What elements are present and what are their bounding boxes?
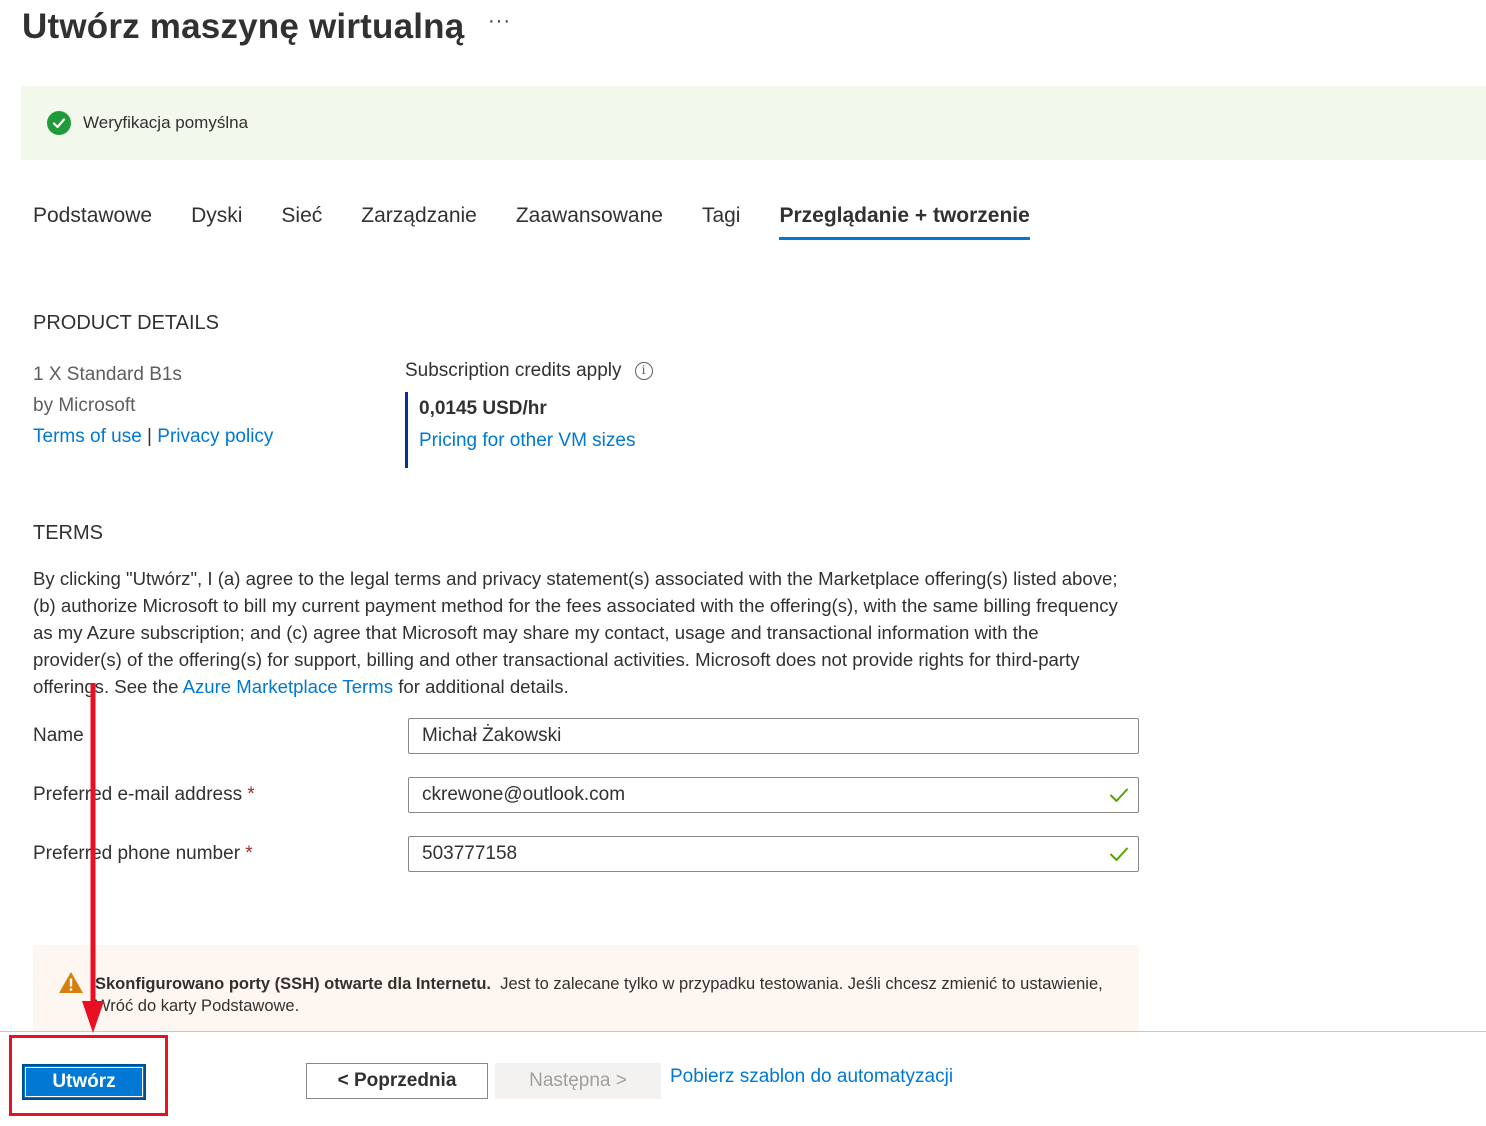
price-value: 0,0145 USD/hr [419, 398, 547, 419]
product-info: 1 X Standard B1s by Microsoft Terms of u… [33, 359, 273, 452]
page-title: Utwórz maszynę wirtualną [22, 7, 465, 46]
pricing-info: Subscription credits apply i 0,0145 USD/… [405, 360, 653, 468]
credits-label: Subscription credits apply [405, 360, 622, 381]
warning-icon [58, 971, 84, 999]
tab-review-create[interactable]: Przeglądanie + tworzenie [779, 204, 1031, 240]
name-field[interactable]: Michał Żakowski [408, 718, 1139, 754]
ssh-warning-banner: Skonfigurowano porty (SSH) otwarte dla I… [33, 945, 1139, 1031]
phone-label: Preferred phone number * [33, 843, 253, 864]
success-check-icon [47, 111, 71, 135]
wizard-tabs: Podstawowe Dyski Sieć Zarządzanie Zaawan… [33, 204, 1069, 240]
tab-tags[interactable]: Tagi [702, 204, 741, 238]
privacy-policy-link[interactable]: Privacy policy [157, 426, 273, 447]
validation-banner: Weryfikacja pomyślna [21, 86, 1486, 160]
terms-suffix: for additional details. [393, 676, 569, 697]
terms-of-use-link[interactable]: Terms of use [33, 426, 142, 447]
footer-divider [0, 1031, 1486, 1032]
page-title-row: Utwórz maszynę wirtualną [22, 2, 464, 52]
download-template-link[interactable]: Pobierz szablon do automatyzacji [670, 1066, 953, 1088]
valid-check-icon [1108, 784, 1130, 812]
email-field[interactable]: ckrewone@outlook.com [408, 777, 1139, 813]
product-details-heading: PRODUCT DETAILS [33, 312, 219, 334]
create-button[interactable]: Utwórz [22, 1064, 146, 1100]
tab-basics[interactable]: Podstawowe [33, 204, 152, 238]
link-separator: | [147, 426, 152, 447]
phone-value: 503777158 [422, 843, 518, 864]
pricing-other-sizes-link[interactable]: Pricing for other VM sizes [419, 430, 635, 452]
required-mark: * [245, 843, 253, 864]
email-label: Preferred e-mail address * [33, 784, 255, 805]
warning-text: Skonfigurowano porty (SSH) otwarte dla I… [95, 973, 1125, 1017]
info-icon[interactable]: i [634, 362, 653, 380]
valid-check-icon [1108, 843, 1130, 871]
more-options-icon[interactable]: ··· [488, 10, 511, 33]
terms-heading: TERMS [33, 522, 103, 544]
product-publisher: by Microsoft [33, 395, 136, 416]
required-mark: * [247, 784, 255, 805]
email-value: ckrewone@outlook.com [422, 784, 626, 805]
tab-disks[interactable]: Dyski [191, 204, 242, 238]
product-name: 1 X Standard B1s [33, 364, 182, 385]
next-button: Następna > [495, 1063, 661, 1099]
tab-advanced[interactable]: Zaawansowane [516, 204, 663, 238]
warning-bold: Skonfigurowano porty (SSH) otwarte dla I… [95, 975, 492, 993]
name-label: Name [33, 725, 84, 746]
price-box: 0,0145 USD/hr Pricing for other VM sizes [405, 392, 653, 468]
name-value: Michał Żakowski [422, 725, 562, 746]
phone-field[interactable]: 503777158 [408, 836, 1139, 872]
terms-text: By clicking "Utwórz", I (a) agree to the… [33, 565, 1123, 700]
subscription-credits: Subscription credits apply i [405, 360, 653, 382]
marketplace-terms-link[interactable]: Azure Marketplace Terms [183, 676, 393, 697]
validation-message: Weryfikacja pomyślna [83, 113, 249, 132]
product-links: Terms of use | Privacy policy [33, 421, 273, 452]
tab-networking[interactable]: Sieć [281, 204, 322, 238]
previous-button[interactable]: < Poprzednia [306, 1063, 488, 1099]
tab-management[interactable]: Zarządzanie [361, 204, 477, 238]
